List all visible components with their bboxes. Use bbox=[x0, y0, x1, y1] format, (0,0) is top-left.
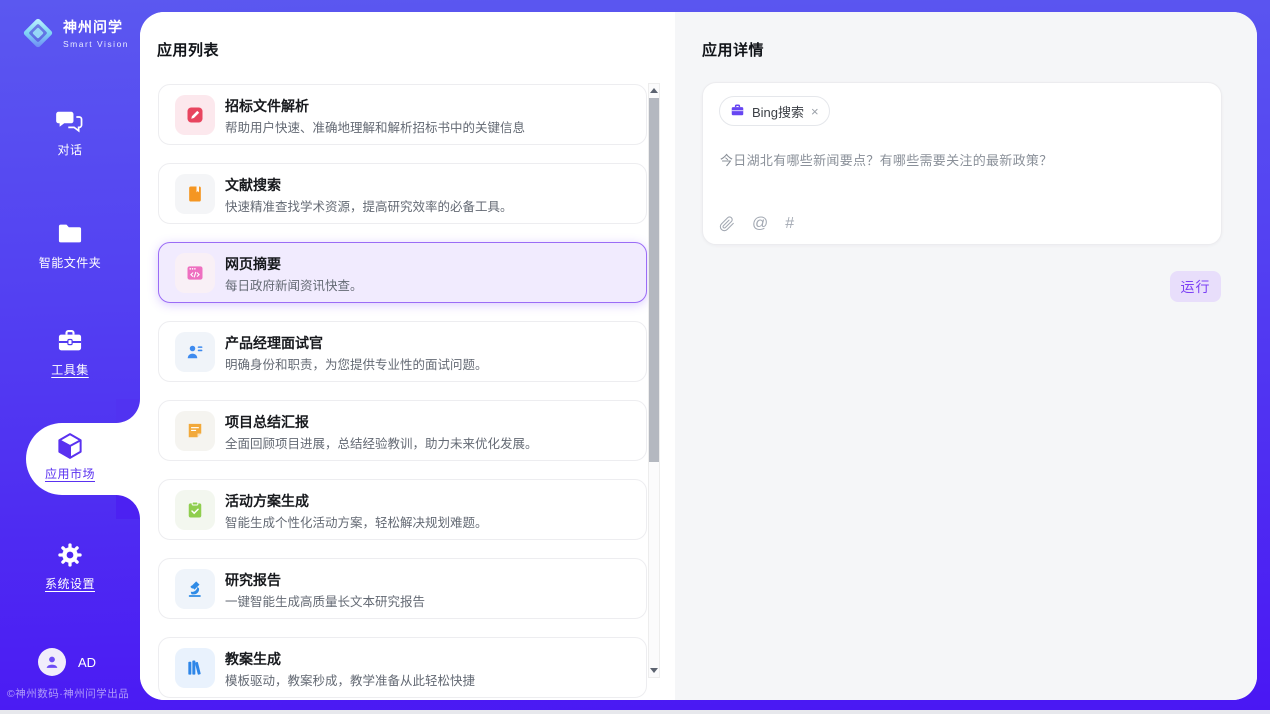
app-card-desc: 智能生成个性化活动方案，轻松解决规划难题。 bbox=[225, 512, 488, 531]
diamond-logo-icon bbox=[20, 15, 56, 51]
app-card-list: 招标文件解析 帮助用户快速、准确地理解和解析招标书中的关键信息 文献搜索 快速精… bbox=[158, 84, 647, 700]
brand-name: 神州问学 bbox=[63, 17, 129, 37]
sidebar: 神州问学 Smart Vision 对话 智能文件夹 bbox=[0, 0, 140, 710]
app-card-web-summary[interactable]: 网页摘要 每日政府新闻资讯快查。 bbox=[158, 242, 647, 303]
app-card-title: 项目总结汇报 bbox=[225, 412, 309, 432]
query-input[interactable]: 今日湖北有哪些新闻要点？有哪些需要关注的最新政策？ bbox=[720, 150, 1200, 169]
sidebar-item-label: 智能文件夹 bbox=[39, 254, 102, 271]
app-card-desc: 明确身份和职责，为您提供专业性的面试问题。 bbox=[225, 354, 488, 373]
sidebar-item-label: 应用市场 bbox=[45, 465, 95, 482]
user-name: AD bbox=[78, 655, 96, 670]
app-card-desc: 全面回顾项目进展，总结经验教训，助力未来优化发展。 bbox=[225, 433, 538, 452]
app-card-title: 文献搜索 bbox=[225, 175, 281, 195]
scroll-down-button[interactable] bbox=[649, 664, 659, 677]
sidebar-item-toolset[interactable]: 工具集 bbox=[0, 327, 140, 379]
edit-square-icon bbox=[175, 95, 215, 135]
app-list-title: 应用列表 bbox=[157, 39, 219, 60]
app-card-title: 网页摘要 bbox=[225, 254, 281, 274]
app-card-bid-parsing[interactable]: 招标文件解析 帮助用户快速、准确地理解和解析招标书中的关键信息 bbox=[158, 84, 647, 145]
sidebar-item-settings[interactable]: 系统设置 bbox=[0, 541, 140, 593]
prompt-card: Bing搜索 × 今日湖北有哪些新闻要点？有哪些需要关注的最新政策？ @ # bbox=[702, 82, 1222, 245]
app-card-desc: 模板驱动，教案秒成，教学准备从此轻松快捷 bbox=[225, 670, 475, 689]
sidebar-item-app-market[interactable]: 应用市场 bbox=[0, 431, 140, 483]
brand-logo: 神州问学 Smart Vision bbox=[20, 15, 129, 51]
app-card-pm-interviewer[interactable]: 产品经理面试官 明确身份和职责，为您提供专业性的面试问题。 bbox=[158, 321, 647, 382]
browser-code-icon bbox=[175, 253, 215, 293]
app-card-research-report[interactable]: 研究报告 一键智能生成高质量长文本研究报告 bbox=[158, 558, 647, 619]
triangle-up-icon bbox=[650, 88, 658, 93]
interviewer-icon bbox=[175, 332, 215, 372]
cube-icon bbox=[0, 431, 140, 461]
app-card-project-summary[interactable]: 项目总结汇报 全面回顾项目进展，总结经验教训，助力未来优化发展。 bbox=[158, 400, 647, 461]
input-toolbar: @ # bbox=[719, 215, 794, 233]
book-icon bbox=[175, 174, 215, 214]
app-card-title: 活动方案生成 bbox=[225, 491, 309, 511]
app-card-desc: 帮助用户快速、准确地理解和解析招标书中的关键信息 bbox=[225, 117, 525, 136]
microscope-icon bbox=[175, 569, 215, 609]
close-icon[interactable]: × bbox=[811, 105, 819, 118]
books-icon bbox=[175, 648, 215, 688]
gear-icon bbox=[0, 541, 140, 571]
scrollbar-thumb[interactable] bbox=[649, 98, 659, 462]
paperclip-icon[interactable] bbox=[719, 215, 735, 233]
app-detail-panel: 应用详情 Bing搜索 × 今日湖北有哪些新闻要点？有哪些需要关注的最新政策？ bbox=[675, 12, 1257, 700]
app-card-desc: 一键智能生成高质量长文本研究报告 bbox=[225, 591, 425, 610]
tool-tag-label: Bing搜索 bbox=[752, 102, 804, 121]
content-area: 应用列表 招标文件解析 帮助用户快速、准确地理解和解析招标书中的关键信息 bbox=[140, 12, 1257, 700]
run-button[interactable]: 运行 bbox=[1170, 271, 1221, 302]
briefcase-icon bbox=[730, 102, 745, 120]
list-scrollbar[interactable] bbox=[648, 83, 660, 678]
app-card-title: 招标文件解析 bbox=[225, 96, 309, 116]
app-window: 神州问学 Smart Vision 对话 智能文件夹 bbox=[0, 0, 1270, 710]
app-card-desc: 每日政府新闻资讯快查。 bbox=[225, 275, 363, 294]
triangle-down-icon bbox=[650, 668, 658, 673]
avatar bbox=[38, 648, 66, 676]
app-card-title: 研究报告 bbox=[225, 570, 281, 590]
app-card-event-plan[interactable]: 活动方案生成 智能生成个性化活动方案，轻松解决规划难题。 bbox=[158, 479, 647, 540]
toolbox-icon bbox=[0, 327, 140, 357]
app-card-title: 产品经理面试官 bbox=[225, 333, 323, 353]
folder-icon bbox=[0, 220, 140, 250]
sidebar-item-chat[interactable]: 对话 bbox=[0, 107, 140, 159]
app-list-panel: 应用列表 招标文件解析 帮助用户快速、准确地理解和解析招标书中的关键信息 bbox=[140, 12, 675, 700]
sidebar-item-label: 对话 bbox=[57, 141, 82, 158]
sidebar-item-label: 系统设置 bbox=[45, 575, 95, 592]
hash-icon[interactable]: # bbox=[785, 215, 794, 233]
user-menu[interactable]: AD bbox=[38, 648, 96, 676]
chat-icon bbox=[0, 107, 140, 137]
sidebar-item-smart-folder[interactable]: 智能文件夹 bbox=[0, 220, 140, 272]
app-card-lesson-plan[interactable]: 教案生成 模板驱动，教案秒成，教学准备从此轻松快捷 bbox=[158, 637, 647, 698]
app-detail-title: 应用详情 bbox=[702, 39, 764, 60]
scroll-up-button[interactable] bbox=[649, 84, 659, 97]
sidebar-item-label: 工具集 bbox=[51, 361, 89, 378]
app-card-literature-search[interactable]: 文献搜索 快速精准查找学术资源，提高研究效率的必备工具。 bbox=[158, 163, 647, 224]
at-icon[interactable]: @ bbox=[752, 215, 768, 233]
app-card-title: 教案生成 bbox=[225, 649, 281, 669]
copyright-text: ©神州数码·神州问学出品 bbox=[0, 686, 150, 701]
memo-icon bbox=[175, 411, 215, 451]
clipboard-check-icon bbox=[175, 490, 215, 530]
app-card-desc: 快速精准查找学术资源，提高研究效率的必备工具。 bbox=[225, 196, 513, 215]
brand-subtitle: Smart Vision bbox=[63, 39, 129, 49]
tool-tag-bing-search[interactable]: Bing搜索 × bbox=[719, 96, 830, 126]
